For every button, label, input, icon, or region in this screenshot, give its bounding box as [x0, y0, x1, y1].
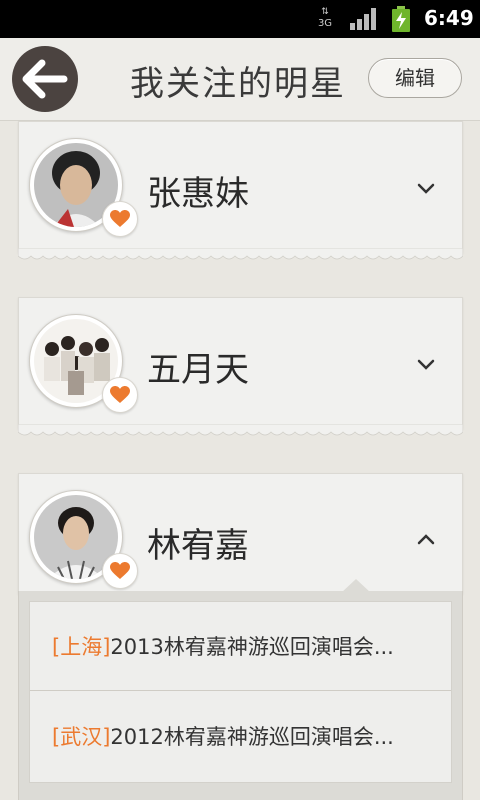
arrow-left-icon — [22, 59, 68, 99]
divider — [30, 690, 451, 691]
heart-icon — [110, 210, 130, 227]
star-name: 五月天 — [147, 350, 249, 390]
star-name: 林宥嘉 — [147, 526, 249, 566]
clock: 6:49 — [424, 6, 474, 30]
edit-button[interactable]: 编辑 — [368, 58, 462, 98]
scallop-edge — [18, 424, 463, 436]
chevron-down-icon[interactable] — [415, 180, 437, 196]
chevron-down-icon[interactable] — [415, 356, 437, 372]
event-item[interactable]: [武汉]2012林宥嘉神游巡回演唱会... — [30, 692, 451, 782]
follow-badge[interactable] — [102, 201, 138, 237]
event-list: [上海]2013林宥嘉神游巡回演唱会... [武汉]2012林宥嘉神游巡回演唱会… — [29, 601, 452, 783]
star-card[interactable]: 五月天 — [18, 297, 463, 436]
network-type: 3G — [317, 18, 333, 29]
star-card[interactable]: 林宥嘉 — [18, 473, 463, 594]
event-title: 2012林宥嘉神游巡回演唱会... — [110, 725, 394, 749]
follow-badge[interactable] — [102, 553, 138, 589]
scallop-edge — [18, 248, 463, 260]
heart-icon — [110, 562, 130, 579]
back-button[interactable] — [12, 46, 78, 112]
header-bar: 我关注的明星 编辑 — [0, 38, 480, 121]
star-card[interactable]: 张惠妹 — [18, 121, 463, 260]
followed-stars-list: 张惠妹 五月天 林宥嘉 [上海]2013林宥嘉神游巡回演唱会... [武汉]20… — [0, 121, 480, 800]
signal-icon — [350, 8, 376, 30]
network-icon: ⇅ 3G — [314, 7, 336, 31]
avatar — [29, 138, 138, 237]
event-city: [上海] — [52, 635, 111, 659]
avatar — [29, 490, 138, 589]
event-city: [武汉] — [52, 725, 111, 749]
event-title: 2013林宥嘉神游巡回演唱会... — [110, 635, 394, 659]
chevron-up-icon[interactable] — [415, 532, 437, 548]
page-title: 我关注的明星 — [130, 64, 346, 104]
battery-icon — [392, 6, 410, 32]
panel-pointer — [341, 579, 371, 593]
avatar — [29, 314, 138, 413]
event-panel: [上海]2013林宥嘉神游巡回演唱会... [武汉]2012林宥嘉神游巡回演唱会… — [18, 579, 463, 800]
star-name: 张惠妹 — [147, 174, 249, 214]
follow-badge[interactable] — [102, 377, 138, 413]
heart-icon — [110, 386, 130, 403]
event-item[interactable]: [上海]2013林宥嘉神游巡回演唱会... — [30, 602, 451, 692]
status-bar: ⇅ 3G 6:49 — [0, 0, 480, 38]
